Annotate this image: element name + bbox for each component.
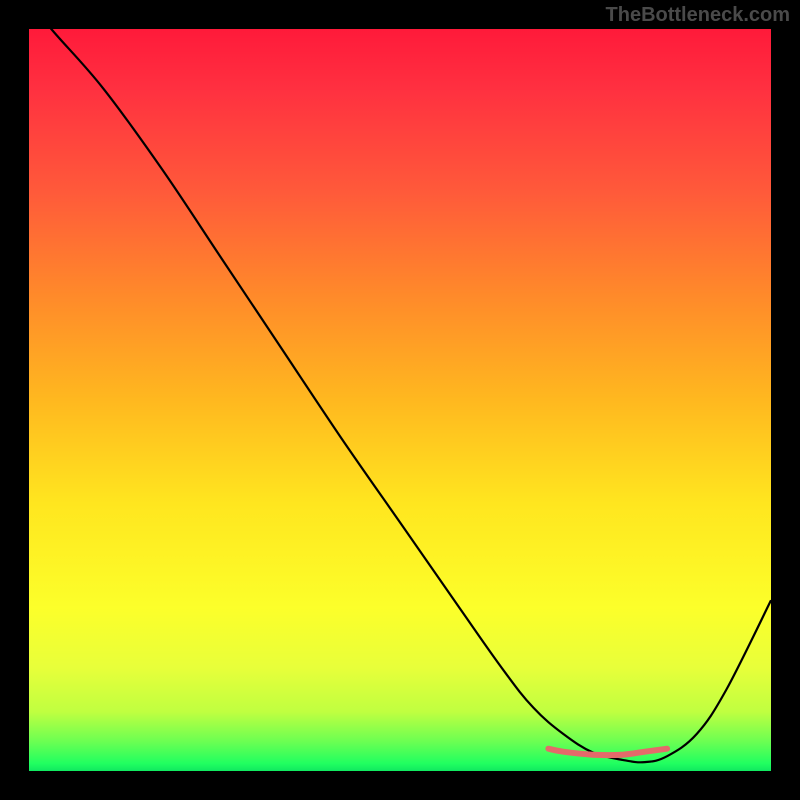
plot-area <box>29 29 771 771</box>
overlay-segment <box>548 749 667 755</box>
chart-svg <box>29 29 771 771</box>
bottleneck-curve <box>29 29 771 762</box>
watermark-text: TheBottleneck.com <box>606 4 790 27</box>
